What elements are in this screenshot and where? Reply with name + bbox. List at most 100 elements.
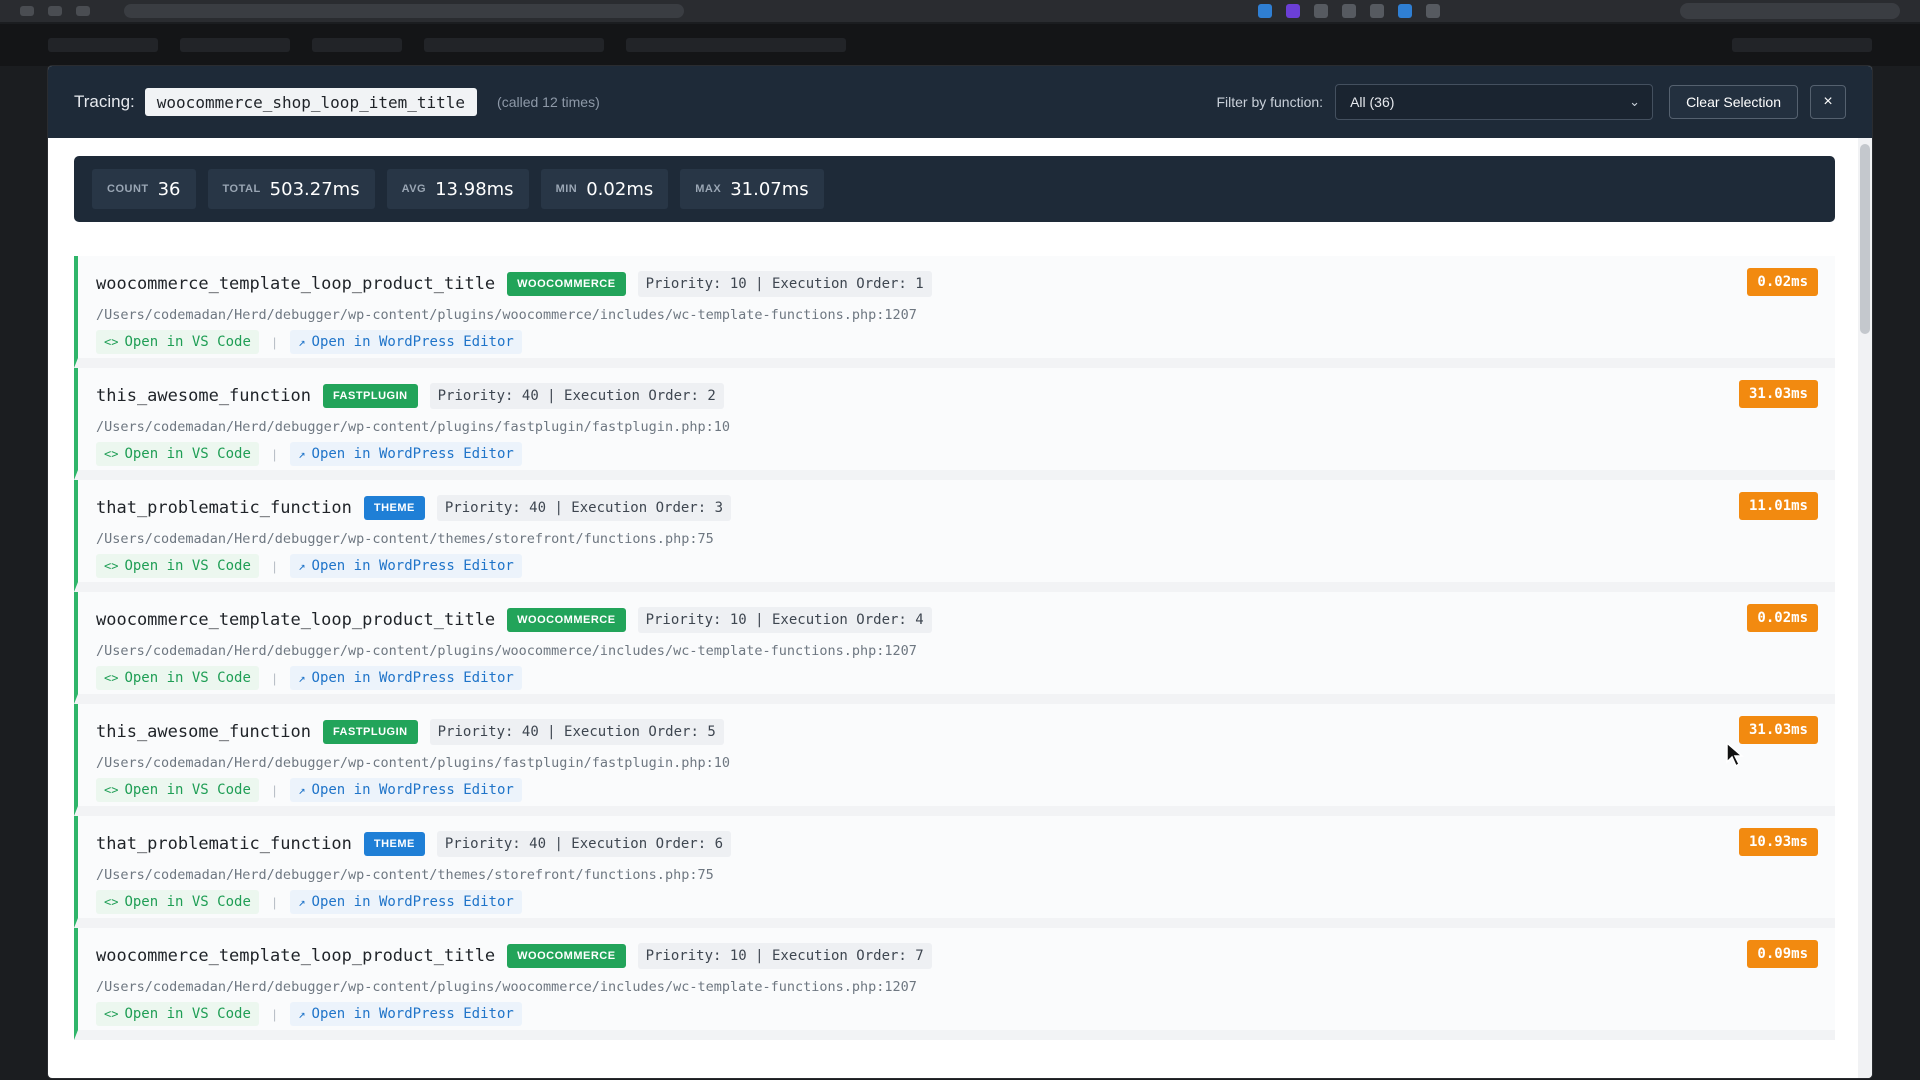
stat-label: MAX (695, 183, 722, 195)
priority-order: Priority: 40 | Execution Order: 3 (436, 495, 732, 521)
open-in-vscode-link[interactable]: <> Open in VS Code (96, 890, 259, 914)
function-name: that_problematic_function (96, 498, 352, 518)
page-backdrop (0, 24, 1920, 66)
open-in-wordpress-editor-link[interactable]: ↗ Open in WordPress Editor (290, 778, 522, 802)
code-icon: <> (104, 335, 119, 349)
link-separator: | (272, 558, 277, 574)
stat-label: COUNT (107, 183, 149, 195)
priority-order: Priority: 10 | Execution Order: 7 (637, 943, 932, 969)
filter-by-function-select[interactable]: All (36) ⌄ (1335, 84, 1654, 120)
address-bar[interactable] (124, 4, 684, 18)
stat-value: 13.98ms (435, 178, 514, 200)
external-link-icon: ↗ (298, 447, 306, 461)
source-badge: WOOCOMMERCE (507, 944, 626, 968)
open-in-vscode-link[interactable]: <> Open in VS Code (96, 554, 259, 578)
open-in-wordpress-editor-link[interactable]: ↗ Open in WordPress Editor (290, 666, 522, 690)
link-label: Open in WordPress Editor (311, 670, 514, 686)
filter-label: Filter by function: (1216, 94, 1324, 110)
duration-badge: 31.03ms (1738, 716, 1818, 744)
code-icon: <> (104, 783, 119, 797)
extension-icon[interactable] (1258, 4, 1272, 18)
duration-badge: 31.03ms (1738, 380, 1818, 408)
link-label: Open in WordPress Editor (311, 1006, 514, 1022)
external-link-icon: ↗ (298, 1007, 306, 1021)
browser-toolbar (0, 0, 1920, 22)
open-in-wordpress-editor-link[interactable]: ↗ Open in WordPress Editor (290, 330, 522, 354)
stat-value: 503.27ms (269, 178, 360, 200)
close-icon: × (1823, 93, 1833, 110)
stat-min: MIN 0.02ms (540, 169, 669, 209)
code-icon: <> (104, 447, 119, 461)
callback-entry: woocommerce_template_loop_product_title … (74, 928, 1835, 1040)
open-in-vscode-link[interactable]: <> Open in VS Code (96, 442, 259, 466)
priority-order: Priority: 40 | Execution Order: 5 (429, 719, 724, 745)
code-icon: <> (104, 671, 119, 685)
hook-name: woocommerce_shop_loop_item_title (144, 88, 478, 116)
open-in-vscode-link[interactable]: <> Open in VS Code (96, 666, 259, 690)
external-link-icon: ↗ (298, 335, 306, 349)
file-path: /Users/codemadan/Herd/debugger/wp-conten… (96, 307, 917, 323)
extension-icon[interactable] (1314, 4, 1328, 18)
external-link-icon: ↗ (298, 895, 306, 909)
extension-icon[interactable] (1370, 4, 1384, 18)
duration-badge: 0.02ms (1747, 604, 1818, 632)
stat-total: TOTAL 503.27ms (207, 169, 375, 209)
open-in-vscode-link[interactable]: <> Open in VS Code (96, 330, 259, 354)
link-separator: | (272, 782, 277, 798)
browser-back-icon[interactable] (20, 6, 34, 16)
stat-value: 31.07ms (730, 178, 809, 200)
stat-max: MAX 31.07ms (680, 169, 824, 209)
extension-icon[interactable] (1342, 4, 1356, 18)
link-label: Open in VS Code (124, 782, 251, 798)
extension-icon[interactable] (1426, 4, 1440, 18)
file-path: /Users/codemadan/Herd/debugger/wp-conten… (96, 867, 714, 883)
duration-badge: 0.09ms (1747, 940, 1818, 968)
file-path: /Users/codemadan/Herd/debugger/wp-conten… (96, 643, 917, 659)
stat-value: 36 (157, 178, 181, 200)
scrollbar-thumb[interactable] (1860, 144, 1870, 334)
link-label: Open in VS Code (124, 894, 251, 910)
source-badge: THEME (363, 832, 425, 856)
open-in-wordpress-editor-link[interactable]: ↗ Open in WordPress Editor (290, 1002, 522, 1026)
browser-profile[interactable] (1680, 3, 1900, 19)
link-label: Open in VS Code (124, 1006, 251, 1022)
stat-label: MIN (555, 183, 578, 195)
open-in-wordpress-editor-link[interactable]: ↗ Open in WordPress Editor (290, 890, 522, 914)
extension-icon[interactable] (1398, 4, 1412, 18)
callback-entry: that_problematic_function THEME Priority… (74, 480, 1835, 592)
link-label: Open in WordPress Editor (311, 782, 514, 798)
close-button[interactable]: × (1810, 85, 1846, 119)
mouse-cursor-icon (1726, 742, 1744, 768)
source-badge: WOOCOMMERCE (507, 272, 626, 296)
browser-reload-icon[interactable] (76, 6, 90, 16)
source-badge: THEME (363, 496, 425, 520)
file-path: /Users/codemadan/Herd/debugger/wp-conten… (96, 979, 917, 995)
clear-selection-button[interactable]: Clear Selection (1669, 85, 1798, 119)
link-label: Open in WordPress Editor (311, 446, 514, 462)
link-label: Open in WordPress Editor (311, 334, 514, 350)
link-separator: | (272, 446, 277, 462)
link-label: Open in VS Code (124, 334, 251, 350)
called-count: (called 12 times) (497, 94, 600, 110)
link-label: Open in VS Code (124, 670, 251, 686)
priority-order: Priority: 10 | Execution Order: 1 (637, 271, 932, 297)
open-in-vscode-link[interactable]: <> Open in VS Code (96, 1002, 259, 1026)
extension-icon[interactable] (1286, 4, 1300, 18)
stat-value: 0.02ms (586, 178, 654, 200)
code-icon: <> (104, 1007, 119, 1021)
open-in-wordpress-editor-link[interactable]: ↗ Open in WordPress Editor (290, 442, 522, 466)
duration-badge: 11.01ms (1738, 492, 1818, 520)
callback-entry: this_awesome_function FASTPLUGIN Priorit… (74, 368, 1835, 480)
link-separator: | (272, 1006, 277, 1022)
priority-order: Priority: 40 | Execution Order: 2 (429, 383, 724, 409)
filter-select-value: All (36) (1350, 94, 1395, 110)
open-in-wordpress-editor-link[interactable]: ↗ Open in WordPress Editor (290, 554, 522, 578)
scrollbar[interactable] (1858, 138, 1872, 1078)
browser-forward-icon[interactable] (48, 6, 62, 16)
tracing-label: Tracing: (74, 92, 135, 111)
chevron-down-icon: ⌄ (1629, 94, 1641, 109)
callback-entry: this_awesome_function FASTPLUGIN Priorit… (74, 704, 1835, 816)
source-badge: WOOCOMMERCE (507, 608, 626, 632)
open-in-vscode-link[interactable]: <> Open in VS Code (96, 778, 259, 802)
stat-label: AVG (401, 183, 427, 195)
